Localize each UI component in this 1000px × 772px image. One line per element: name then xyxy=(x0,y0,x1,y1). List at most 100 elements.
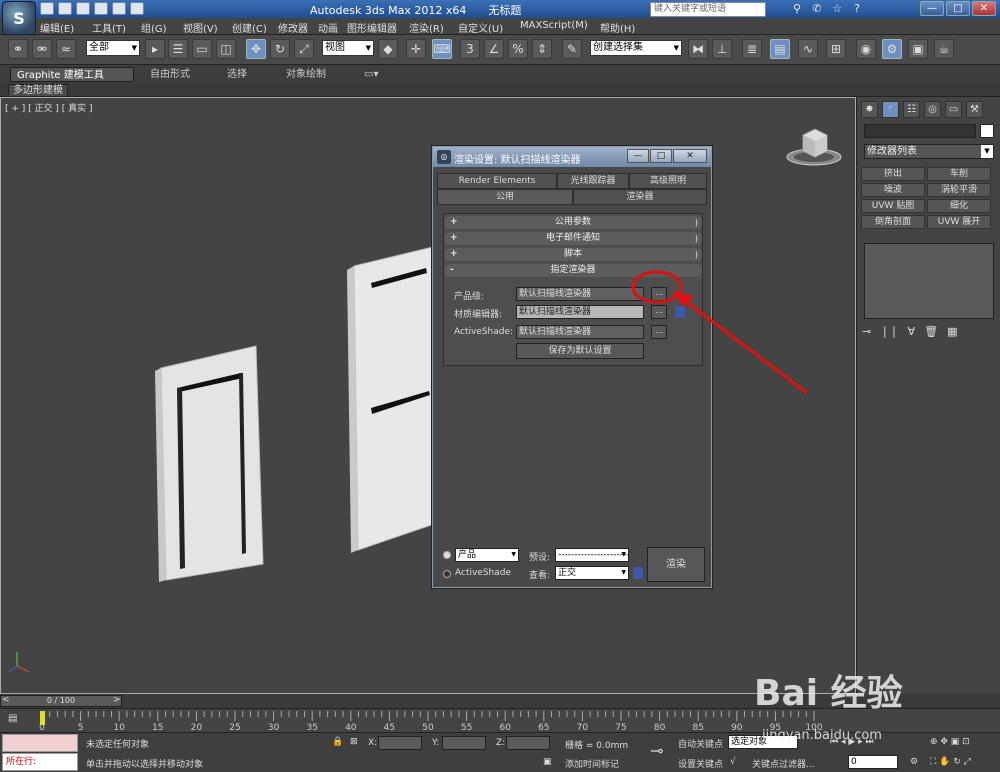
extrude-button[interactable]: 挤出 xyxy=(861,167,925,181)
application-button[interactable]: S xyxy=(2,1,36,35)
rollout-scripts[interactable]: + 脚本 ) xyxy=(444,248,702,261)
choose-activeshade-renderer-button[interactable]: ... xyxy=(651,325,667,339)
set-key-icon[interactable]: ⊸ xyxy=(650,741,663,760)
bevel-profile-button[interactable]: 倒角剖面 xyxy=(861,215,925,229)
rendered-frame-window-icon[interactable]: ▣ xyxy=(908,39,928,59)
auto-key-button[interactable]: 自动关键点 xyxy=(678,737,723,750)
rollout-common-parameters[interactable]: + 公用参数 ) xyxy=(444,216,702,229)
save-file-icon[interactable] xyxy=(76,2,90,15)
dialog-title-bar[interactable]: ◎ 渲染设置: 默认扫描线渲染器 — □ ✕ xyxy=(433,147,711,167)
choose-material-renderer-button[interactable]: ... xyxy=(651,305,667,319)
menu-tools[interactable]: 工具(T) xyxy=(92,20,126,35)
tab-selection[interactable]: 选择 xyxy=(221,67,253,82)
window-crossing-icon[interactable]: ◫ xyxy=(216,39,236,59)
select-and-move-icon[interactable]: ✥ xyxy=(246,39,266,59)
curve-editor-icon[interactable]: ∿ xyxy=(798,39,818,59)
viewport-orthographic[interactable]: [ + ] [ 正交 ] [ 真实 ] xyxy=(0,97,856,694)
slider-prev-icon[interactable]: < xyxy=(2,695,10,705)
menu-help[interactable]: 帮助(H) xyxy=(600,20,635,35)
tab-raytracer[interactable]: 光线跟踪器 xyxy=(557,173,629,189)
lock-icon[interactable] xyxy=(675,306,685,318)
keyboard-shortcut-override-icon[interactable]: ⌨ xyxy=(432,39,452,59)
menu-graph-editors[interactable]: 图形编辑器 xyxy=(347,20,397,35)
tab-freeform[interactable]: 自由形式 xyxy=(144,67,196,82)
preset-select[interactable]: ------------------------ xyxy=(555,548,629,562)
hierarchy-tab-icon[interactable]: ☷ xyxy=(903,101,920,118)
modify-tab-icon[interactable]: ◜ xyxy=(882,101,899,118)
make-unique-icon[interactable]: ∀ xyxy=(908,325,916,338)
percent-snap-icon[interactable]: % xyxy=(508,39,528,59)
render-production-icon[interactable]: ☕ xyxy=(934,39,954,59)
help-icon[interactable]: ? xyxy=(850,2,864,16)
mirror-icon[interactable]: ⧓ xyxy=(688,39,708,59)
layer-manager-icon[interactable]: ≣ xyxy=(742,39,762,59)
pivot-center-icon[interactable]: ◆ xyxy=(378,39,398,59)
menu-group[interactable]: 组(G) xyxy=(141,20,167,35)
create-tab-icon[interactable]: ✸ xyxy=(861,101,878,118)
key-filters-icon[interactable]: √ xyxy=(730,757,736,767)
set-key-button[interactable]: 设置关键点 xyxy=(678,757,723,770)
turbosmooth-button[interactable]: 涡轮平滑 xyxy=(927,183,991,197)
binoculars-icon[interactable]: ⚲ xyxy=(790,2,804,16)
production-mode-radio[interactable] xyxy=(443,551,451,559)
object-name-field[interactable] xyxy=(864,124,976,138)
tab-render-elements[interactable]: Render Elements xyxy=(437,173,557,189)
view-lock-icon[interactable] xyxy=(633,567,643,579)
show-end-result-icon[interactable]: ❘❘ xyxy=(880,325,898,338)
save-as-defaults-button[interactable]: 保存为默认设置 xyxy=(516,343,644,359)
key-filters-button[interactable]: 关键点过滤器... xyxy=(752,757,815,770)
tessellate-button[interactable]: 细化 xyxy=(927,199,991,213)
communication-center-icon[interactable]: ✆ xyxy=(810,2,824,16)
help-search-input[interactable]: 键入关键字或短语 xyxy=(650,2,766,17)
maximize-button[interactable]: □ xyxy=(946,1,970,16)
dialog-close-button[interactable]: ✕ xyxy=(673,149,707,163)
unwrap-uvw-button[interactable]: UVW 展开 xyxy=(927,215,991,229)
maxscript-listener-field[interactable] xyxy=(2,734,78,752)
motion-tab-icon[interactable]: ◎ xyxy=(924,101,941,118)
menu-customize[interactable]: 自定义(U) xyxy=(458,20,503,35)
modifier-list-select[interactable]: 修改器列表 xyxy=(864,144,994,159)
schematic-view-icon[interactable]: ⊞ xyxy=(826,39,846,59)
select-manipulate-icon[interactable]: ✛ xyxy=(406,39,426,59)
menu-rendering[interactable]: 渲染(R) xyxy=(409,20,444,35)
viewport-nav-icons-2[interactable]: ⛶ ✋ ↻ ⤢ xyxy=(930,757,971,767)
project-folder-icon[interactable] xyxy=(130,2,144,15)
open-file-icon[interactable] xyxy=(58,2,72,15)
rollout-assign-renderer[interactable]: - 指定渲染器 xyxy=(444,264,702,277)
unlink-icon[interactable]: ⚮ xyxy=(32,39,52,59)
link-icon[interactable]: ⚭ xyxy=(8,39,28,59)
select-object-icon[interactable]: ▸ xyxy=(145,39,165,59)
time-cursor[interactable] xyxy=(40,711,45,725)
configure-modifier-sets-icon[interactable]: ▦ xyxy=(947,325,957,338)
remove-modifier-icon[interactable]: 🗑 xyxy=(924,325,938,338)
menu-create[interactable]: 创建(C) xyxy=(232,20,267,35)
select-and-rotate-icon[interactable]: ↻ xyxy=(270,39,290,59)
tab-object-paint[interactable]: 对象绘制 xyxy=(280,67,332,82)
render-mode-select[interactable]: 产品 xyxy=(455,548,519,562)
favorites-star-icon[interactable]: ☆ xyxy=(830,2,844,16)
minimize-button[interactable]: — xyxy=(920,1,944,16)
viewcube[interactable] xyxy=(785,125,843,167)
x-coordinate-field[interactable] xyxy=(378,736,422,750)
angle-snap-icon[interactable]: ∠ xyxy=(484,39,504,59)
object-color-swatch[interactable] xyxy=(980,124,994,138)
rectangle-selection-icon[interactable]: ▭ xyxy=(192,39,212,59)
rollout-email-notifications[interactable]: + 电子邮件通知 ) xyxy=(444,232,702,245)
absolute-mode-icon[interactable]: ⊠ xyxy=(350,737,358,747)
tab-common[interactable]: 公用 xyxy=(437,189,573,205)
menu-maxscript[interactable]: MAXScript(M) xyxy=(520,20,588,31)
new-file-icon[interactable] xyxy=(40,2,54,15)
graphite-ribbon-icon[interactable]: ▤ xyxy=(770,39,790,59)
menu-modifiers[interactable]: 修改器 xyxy=(278,20,308,35)
door-right[interactable] xyxy=(347,245,444,553)
choose-production-renderer-button[interactable]: ... xyxy=(651,287,667,301)
door-left[interactable] xyxy=(155,345,264,582)
pin-stack-icon[interactable]: ⊸ xyxy=(862,325,871,338)
view-select[interactable]: 正交 xyxy=(555,566,629,580)
named-selection-select[interactable]: 创建选择集 xyxy=(590,40,682,56)
y-coordinate-field[interactable] xyxy=(442,736,486,750)
undo-icon[interactable] xyxy=(94,2,108,15)
material-editor-icon[interactable]: ◉ xyxy=(856,39,876,59)
close-button[interactable]: ✕ xyxy=(972,1,996,16)
uvw-map-button[interactable]: UVW 贴图 xyxy=(861,199,925,213)
